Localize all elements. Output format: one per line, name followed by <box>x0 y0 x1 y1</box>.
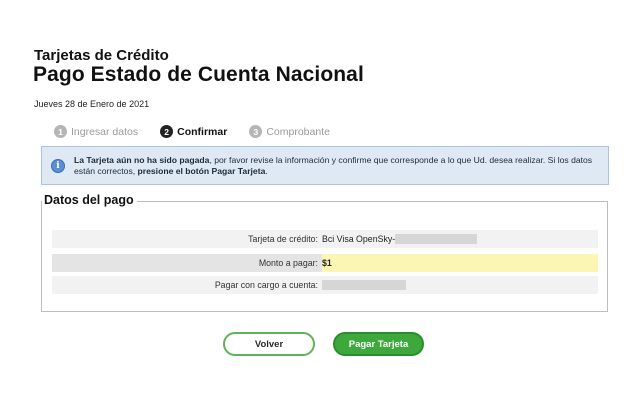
step-label: Ingresar datos <box>71 125 139 138</box>
page-title: Pago Estado de Cuenta Nacional <box>33 63 364 86</box>
step-number-1-icon: 1 <box>54 125 67 138</box>
step-label: Comprobante <box>266 125 330 138</box>
step-comprobante: 3 Comprobante <box>249 125 330 138</box>
info-bold-text: La Tarjeta aún no ha sido pagada <box>74 154 210 165</box>
info-icon: i <box>51 158 65 173</box>
info-text-end: . <box>265 165 268 176</box>
current-date: Jueves 28 de Enero de 2021 <box>34 99 150 109</box>
amount-row: Monto a pagar: $1 <box>52 254 598 272</box>
info-banner: i La Tarjeta aún no ha sido pagada, por … <box>41 146 609 185</box>
account-value <box>322 280 598 290</box>
amount-label: Monto a pagar: <box>52 254 322 272</box>
step-label: Confirmar <box>177 125 228 138</box>
card-name: Bci Visa OpenSky- <box>322 234 396 244</box>
card-label: Tarjeta de crédito: <box>248 234 318 244</box>
progress-steps: 1 Ingresar datos 2 Confirmar 3 Comproban… <box>54 125 352 138</box>
info-message: La Tarjeta aún no ha sido pagada, por fa… <box>74 155 608 177</box>
account-label: Pagar con cargo a cuenta: <box>214 280 318 290</box>
info-bold-instruction: presione el botón Pagar Tarjeta <box>137 165 266 176</box>
redacted-card-number <box>395 234 478 244</box>
back-button[interactable]: Volver <box>223 332 315 356</box>
payment-details-legend: Datos del pago <box>42 193 137 207</box>
step-ingresar-datos: 1 Ingresar datos <box>54 125 138 138</box>
step-number-2-icon: 2 <box>160 125 174 138</box>
pay-card-button[interactable]: Pagar Tarjeta <box>333 332 424 356</box>
section-subtitle: Tarjetas de Crédito <box>34 47 169 64</box>
redacted-account-number <box>322 280 406 290</box>
card-value: Bci Visa OpenSky- <box>322 234 598 244</box>
account-row: Pagar con cargo a cuenta: <box>52 276 598 294</box>
amount-value: $1 <box>322 258 332 268</box>
card-row: Tarjeta de crédito: Bci Visa OpenSky- <box>52 230 598 248</box>
step-confirmar: 2 Confirmar <box>160 125 227 138</box>
step-number-3-icon: 3 <box>249 125 263 138</box>
